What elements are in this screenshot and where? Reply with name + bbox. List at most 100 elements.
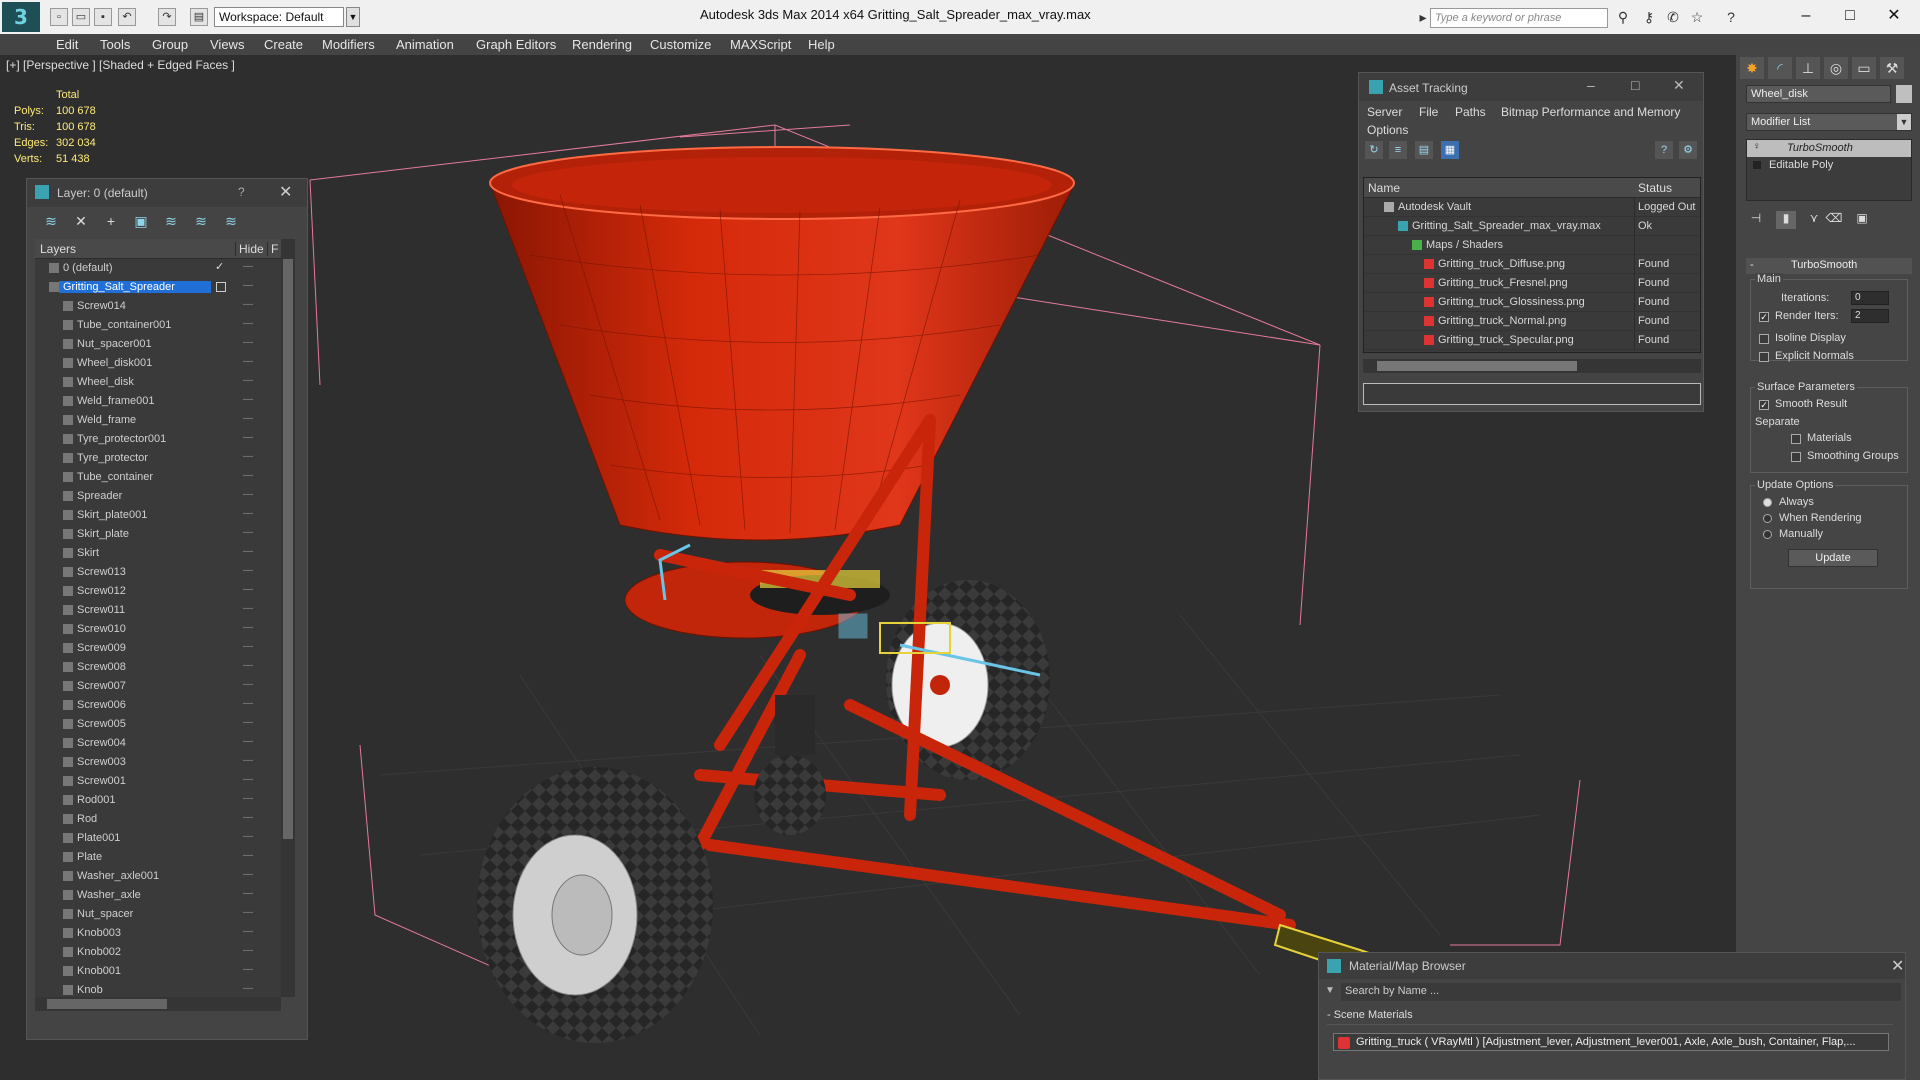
hide-toggle[interactable]: — bbox=[243, 318, 253, 329]
add-selection-icon[interactable]: ▣ bbox=[131, 213, 151, 233]
layer-row[interactable]: Screw004 — bbox=[35, 734, 281, 753]
layer-row[interactable]: Washer_axle001 — bbox=[35, 867, 281, 886]
hide-toggle[interactable]: — bbox=[243, 660, 253, 671]
layer-row[interactable]: Screw001 — bbox=[35, 772, 281, 791]
maximize-button[interactable]: □ bbox=[1830, 4, 1870, 28]
add-layer-icon[interactable]: + bbox=[101, 213, 121, 233]
asset-row[interactable]: Gritting_truck_Fresnel.png Found bbox=[1364, 274, 1700, 293]
layer-row[interactable]: Knob — bbox=[35, 981, 281, 997]
layer-row[interactable]: Knob003 — bbox=[35, 924, 281, 943]
layer-horizontal-scrollbar[interactable] bbox=[35, 997, 281, 1011]
manually-radio[interactable] bbox=[1763, 530, 1772, 539]
asset-menu-options[interactable]: Options bbox=[1367, 123, 1408, 137]
turbosmooth-rollout-header[interactable]: - TurboSmooth bbox=[1746, 258, 1912, 274]
settings-icon[interactable]: ⚙ bbox=[1679, 141, 1697, 159]
asset-row[interactable]: Gritting_truck_Specular.png Found bbox=[1364, 331, 1700, 350]
layer-row[interactable]: Screw009 — bbox=[35, 639, 281, 658]
search-input[interactable]: Type a keyword or phrase bbox=[1430, 8, 1608, 28]
render-iters-checkbox[interactable]: ✓ bbox=[1759, 312, 1769, 322]
menu-views[interactable]: Views bbox=[210, 37, 244, 52]
make-unique-icon[interactable]: ⋎ bbox=[1804, 211, 1824, 229]
freeze-all-icon[interactable]: ≋ bbox=[221, 213, 241, 233]
when-rendering-radio[interactable] bbox=[1763, 514, 1772, 523]
close-icon[interactable]: ✕ bbox=[1891, 956, 1904, 976]
layer-row[interactable]: Screw007 — bbox=[35, 677, 281, 696]
utilities-tab-icon[interactable]: ⚒ bbox=[1880, 57, 1904, 79]
close-button[interactable]: ✕ bbox=[1874, 4, 1914, 28]
maximize-icon[interactable]: □ bbox=[1631, 77, 1639, 93]
layer-row[interactable]: Screw011 — bbox=[35, 601, 281, 620]
viewport-label[interactable]: [+] [Perspective ] [Shaded + Edged Faces… bbox=[6, 58, 235, 72]
hide-toggle[interactable]: — bbox=[243, 489, 253, 500]
pin-stack-icon[interactable]: ⊣ bbox=[1746, 211, 1766, 229]
layer-row[interactable]: Weld_frame001 — bbox=[35, 392, 281, 411]
modify-tab-icon[interactable]: ◜ bbox=[1768, 57, 1792, 79]
hide-toggle[interactable]: — bbox=[243, 451, 253, 462]
hide-toggle[interactable]: — bbox=[243, 375, 253, 386]
minimize-button[interactable]: – bbox=[1786, 4, 1826, 28]
hide-toggle[interactable]: — bbox=[243, 926, 253, 937]
asset-row[interactable]: Gritting_truck_Glossiness.png Found bbox=[1364, 293, 1700, 312]
layer-row[interactable]: Plate001 — bbox=[35, 829, 281, 848]
hide-toggle[interactable]: — bbox=[243, 812, 253, 823]
hide-toggle[interactable]: — bbox=[243, 831, 253, 842]
hide-toggle[interactable]: — bbox=[243, 888, 253, 899]
remove-modifier-icon[interactable]: ⌫ bbox=[1824, 211, 1844, 229]
layer-row[interactable]: Screw005 — bbox=[35, 715, 281, 734]
layer-row[interactable]: Skirt_plate001 — bbox=[35, 506, 281, 525]
asset-menu-file[interactable]: File bbox=[1419, 105, 1438, 119]
hide-toggle[interactable]: — bbox=[243, 698, 253, 709]
menu-group[interactable]: Group bbox=[152, 37, 188, 52]
redo-icon[interactable]: ↷ bbox=[158, 8, 176, 26]
asset-menu-paths[interactable]: Paths bbox=[1455, 105, 1486, 119]
asset-row[interactable]: Autodesk Vault Logged Out bbox=[1364, 198, 1700, 217]
explicit-normals-checkbox[interactable] bbox=[1759, 352, 1769, 362]
search-options-icon[interactable]: ▼ bbox=[1325, 985, 1335, 996]
asset-table[interactable]: Name Status Autodesk Vault Logged Out Grit… bbox=[1363, 177, 1701, 353]
menu-animation[interactable]: Animation bbox=[396, 37, 454, 52]
layer-row[interactable]: Knob001 — bbox=[35, 962, 281, 981]
hide-toggle[interactable]: — bbox=[243, 736, 253, 747]
layer-row[interactable]: Wheel_disk001 — bbox=[35, 354, 281, 373]
materials-checkbox[interactable] bbox=[1791, 434, 1801, 444]
menu-create[interactable]: Create bbox=[264, 37, 303, 52]
menu-rendering[interactable]: Rendering bbox=[572, 37, 632, 52]
hide-all-icon[interactable]: ≋ bbox=[191, 213, 211, 233]
undo-icon[interactable]: ↶ bbox=[118, 8, 136, 26]
object-name-field[interactable]: Wheel_disk bbox=[1746, 85, 1891, 103]
asset-tracking-header[interactable]: Asset Tracking – □ ✕ bbox=[1359, 73, 1703, 101]
layer-vertical-scrollbar[interactable] bbox=[281, 239, 295, 997]
layer-row-selected[interactable]: Gritting_Salt_Spreader — bbox=[35, 278, 281, 297]
asset-menu-server[interactable]: Server bbox=[1367, 105, 1402, 119]
layer-row[interactable]: Nut_spacer001 — bbox=[35, 335, 281, 354]
hide-toggle[interactable]: — bbox=[243, 755, 253, 766]
layer-row[interactable]: Weld_frame — bbox=[35, 411, 281, 430]
layer-row[interactable]: Screw008 — bbox=[35, 658, 281, 677]
layer-row[interactable]: Rod001 — bbox=[35, 791, 281, 810]
asset-row[interactable]: Gritting_truck_Normal.png Found bbox=[1364, 312, 1700, 331]
hide-toggle[interactable]: — bbox=[243, 907, 253, 918]
help-icon[interactable]: ? bbox=[238, 185, 245, 199]
menu-customize[interactable]: Customize bbox=[650, 37, 711, 52]
lightbulb-icon[interactable]: ♀ bbox=[1753, 141, 1761, 152]
hide-toggle[interactable]: — bbox=[243, 850, 253, 861]
layer-row[interactable]: Wheel_disk — bbox=[35, 373, 281, 392]
layer-row[interactable]: Screw012 — bbox=[35, 582, 281, 601]
material-search-input[interactable]: Search by Name ... bbox=[1341, 983, 1901, 1001]
menu-edit[interactable]: Edit bbox=[56, 37, 78, 52]
layer-row[interactable]: Tube_container001 — bbox=[35, 316, 281, 335]
show-end-result-icon[interactable]: ▮ bbox=[1776, 211, 1796, 229]
detail-view-icon[interactable]: ▤ bbox=[1415, 141, 1433, 159]
update-button[interactable]: Update bbox=[1788, 549, 1878, 567]
layer-row[interactable]: Spreader — bbox=[35, 487, 281, 506]
always-radio[interactable] bbox=[1763, 498, 1772, 507]
workspace-dropdown[interactable]: Workspace: Default bbox=[214, 7, 344, 27]
hide-toggle[interactable]: — bbox=[243, 983, 253, 994]
layer-row[interactable]: Rod — bbox=[35, 810, 281, 829]
modifier-stack[interactable]: ♀ TurboSmooth Editable Poly bbox=[1746, 139, 1912, 201]
menu-maxscript[interactable]: MAXScript bbox=[730, 37, 791, 52]
menu-modifiers[interactable]: Modifiers bbox=[322, 37, 375, 52]
hide-toggle[interactable]: — bbox=[243, 945, 253, 956]
layer-row[interactable]: Nut_spacer — bbox=[35, 905, 281, 924]
asset-menu-bitmap[interactable]: Bitmap Performance and Memory bbox=[1501, 105, 1680, 119]
